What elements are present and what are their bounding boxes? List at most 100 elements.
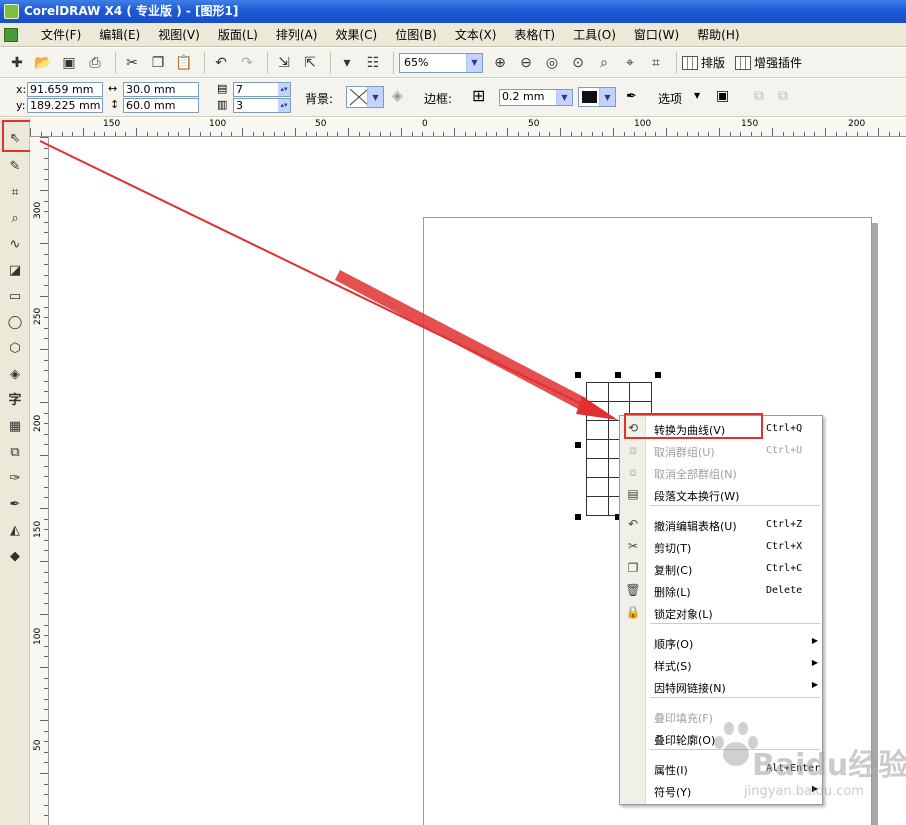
options-button[interactable]: 选项 (658, 90, 682, 107)
x-position-field[interactable]: 91.659 mm (27, 82, 103, 97)
selection-handle[interactable] (615, 372, 621, 378)
context-menu-item[interactable]: 顺序(O) ▶ (620, 632, 824, 653)
smart-fill-tool-icon[interactable]: ◪ (5, 260, 25, 280)
table-cell[interactable] (629, 382, 652, 402)
zoom-selected-icon[interactable]: ◎ (541, 52, 563, 74)
columns-spin-icon[interactable]: ▴▾ (278, 99, 290, 112)
menu-view[interactable]: 视图(V) (149, 26, 209, 43)
selection-handle[interactable] (575, 514, 581, 520)
zoom-height-icon[interactable]: ⌗ (645, 52, 667, 74)
table-cell[interactable] (586, 477, 609, 497)
selection-handle[interactable] (575, 442, 581, 448)
vertical-ruler[interactable]: 300 250 200 150 100 50 (30, 137, 49, 825)
height-field[interactable]: 60.0 mm (123, 98, 199, 113)
table-cell[interactable] (586, 458, 609, 478)
menu-bitmaps[interactable]: 位图(B) (386, 26, 446, 43)
table-tool-icon[interactable]: ▦ (5, 416, 25, 436)
new-document-icon[interactable]: ✚ (6, 52, 28, 74)
basic-shapes-tool-icon[interactable]: ◈ (5, 364, 25, 384)
chevron-down-icon[interactable]: ▼ (556, 90, 572, 105)
interactive-blend-tool-icon[interactable]: ⧉ (5, 442, 25, 462)
columns-field[interactable]: 3 ▴▾ (233, 98, 291, 113)
menu-file[interactable]: 文件(F) (32, 26, 90, 43)
rows-field[interactable]: 7 ▴▾ (233, 82, 291, 97)
rows-spin-icon[interactable]: ▴▾ (278, 83, 290, 96)
outline-tool-icon[interactable]: ✒ (5, 494, 25, 514)
welcome-screen-icon[interactable]: ☷ (362, 52, 384, 74)
chevron-down-icon[interactable]: ▼ (599, 88, 615, 106)
enhance-plugin-button[interactable]: 增强插件 (735, 54, 802, 71)
menu-effects[interactable]: 效果(C) (326, 26, 386, 43)
text-tool-icon[interactable]: 字 (5, 388, 25, 408)
selection-handle[interactable] (655, 372, 661, 378)
save-icon[interactable]: ▣ (58, 52, 80, 74)
context-menu-item[interactable]: 因特网链接(N) ▶ (620, 676, 824, 697)
eyedropper-tool-icon[interactable]: ✑ (5, 468, 25, 488)
zoom-page-icon[interactable]: ⌕ (593, 52, 615, 74)
zoom-width-icon[interactable]: ⌖ (619, 52, 641, 74)
export-icon[interactable]: ⇱ (299, 52, 321, 74)
rectangle-tool-icon[interactable]: ▭ (5, 286, 25, 306)
wrap-paragraph-icon[interactable]: ▣ (716, 88, 729, 104)
paste-icon[interactable]: 📋 (173, 52, 195, 74)
context-menu-item[interactable]: 🗑 删除(L) Delete (620, 580, 824, 601)
undo-icon[interactable]: ↶ (210, 52, 232, 74)
selection-handle[interactable] (575, 372, 581, 378)
align-icon[interactable]: ⧉ (754, 88, 764, 104)
ellipse-tool-icon[interactable]: ◯ (5, 312, 25, 332)
copy-icon[interactable]: ❐ (147, 52, 169, 74)
redo-icon[interactable]: ↷ (236, 52, 258, 74)
shape-tool-icon[interactable]: ✎ (5, 156, 25, 176)
context-menu-item[interactable]: ▤ 段落文本换行(W) (620, 484, 824, 505)
crop-tool-icon[interactable]: ⌗ (5, 182, 25, 202)
context-menu-item[interactable]: ❐ 复制(C) Ctrl+C (620, 558, 824, 579)
table-cell[interactable] (586, 496, 609, 516)
context-menu-item[interactable]: ↶ 撤消编辑表格(U) Ctrl+Z (620, 514, 824, 535)
border-color-select[interactable]: ▼ (578, 87, 616, 107)
menu-layout[interactable]: 版面(L) (209, 26, 267, 43)
table-cell[interactable] (586, 382, 609, 402)
chevron-down-icon[interactable]: ▼ (367, 87, 383, 107)
table-cell[interactable] (586, 439, 609, 459)
polygon-tool-icon[interactable]: ⬡ (5, 338, 25, 358)
border-select-icon[interactable]: ⊞ (472, 86, 485, 105)
menu-table[interactable]: 表格(T) (505, 26, 564, 43)
menu-window[interactable]: 窗口(W) (625, 26, 688, 43)
menu-text[interactable]: 文本(X) (446, 26, 506, 43)
table-cell[interactable] (586, 420, 609, 440)
zoom-in-icon[interactable]: ⊕ (489, 52, 511, 74)
chevron-down-icon[interactable]: ▼ (694, 91, 700, 100)
print-icon[interactable]: ⎙ (84, 52, 106, 74)
fill-edit-icon[interactable]: ◈ (392, 88, 403, 104)
zoom-level-select[interactable]: 65% ▼ (399, 52, 483, 73)
table-cell[interactable] (586, 401, 609, 421)
horizontal-ruler[interactable]: 150 100 50 0 50 100 150 200 (30, 118, 906, 137)
context-menu-item[interactable]: 样式(S) ▶ (620, 654, 824, 675)
pen-icon[interactable]: ✒ (626, 89, 637, 104)
layout-button[interactable]: 排版 (682, 54, 725, 71)
border-width-select[interactable]: 0.2 mm ▼ (499, 89, 573, 106)
table-cell[interactable] (607, 382, 631, 402)
import-icon[interactable]: ⇲ (273, 52, 295, 74)
zoom-tool-icon[interactable]: ⌕ (5, 208, 25, 228)
menu-arrange[interactable]: 排列(A) (267, 26, 327, 43)
menu-edit[interactable]: 编辑(E) (90, 26, 149, 43)
cut-icon[interactable]: ✂ (121, 52, 143, 74)
y-position-field[interactable]: 189.225 mm (27, 98, 103, 113)
menu-tools[interactable]: 工具(O) (564, 26, 625, 43)
freehand-tool-icon[interactable]: ∿ (5, 234, 25, 254)
distribute-icon[interactable]: ⧉ (778, 88, 788, 104)
context-menu-item[interactable]: 🔒 锁定对象(L) (620, 602, 824, 623)
chevron-down-icon[interactable]: ▼ (466, 53, 482, 72)
context-menu-item[interactable]: ✂ 剪切(T) Ctrl+X (620, 536, 824, 557)
background-fill-select[interactable]: ▼ (346, 86, 384, 108)
open-icon[interactable]: 📂 (32, 52, 54, 74)
menu-help[interactable]: 帮助(H) (688, 26, 748, 43)
zoom-all-icon[interactable]: ⊙ (567, 52, 589, 74)
interactive-fill-tool-icon[interactable]: ◆ (5, 546, 25, 566)
application-launcher-icon[interactable]: ▾ (336, 52, 358, 74)
zoom-out-icon[interactable]: ⊖ (515, 52, 537, 74)
width-field[interactable]: 30.0 mm (123, 82, 199, 97)
fill-tool-icon[interactable]: ◭ (5, 520, 25, 540)
document-icon[interactable] (4, 27, 18, 42)
